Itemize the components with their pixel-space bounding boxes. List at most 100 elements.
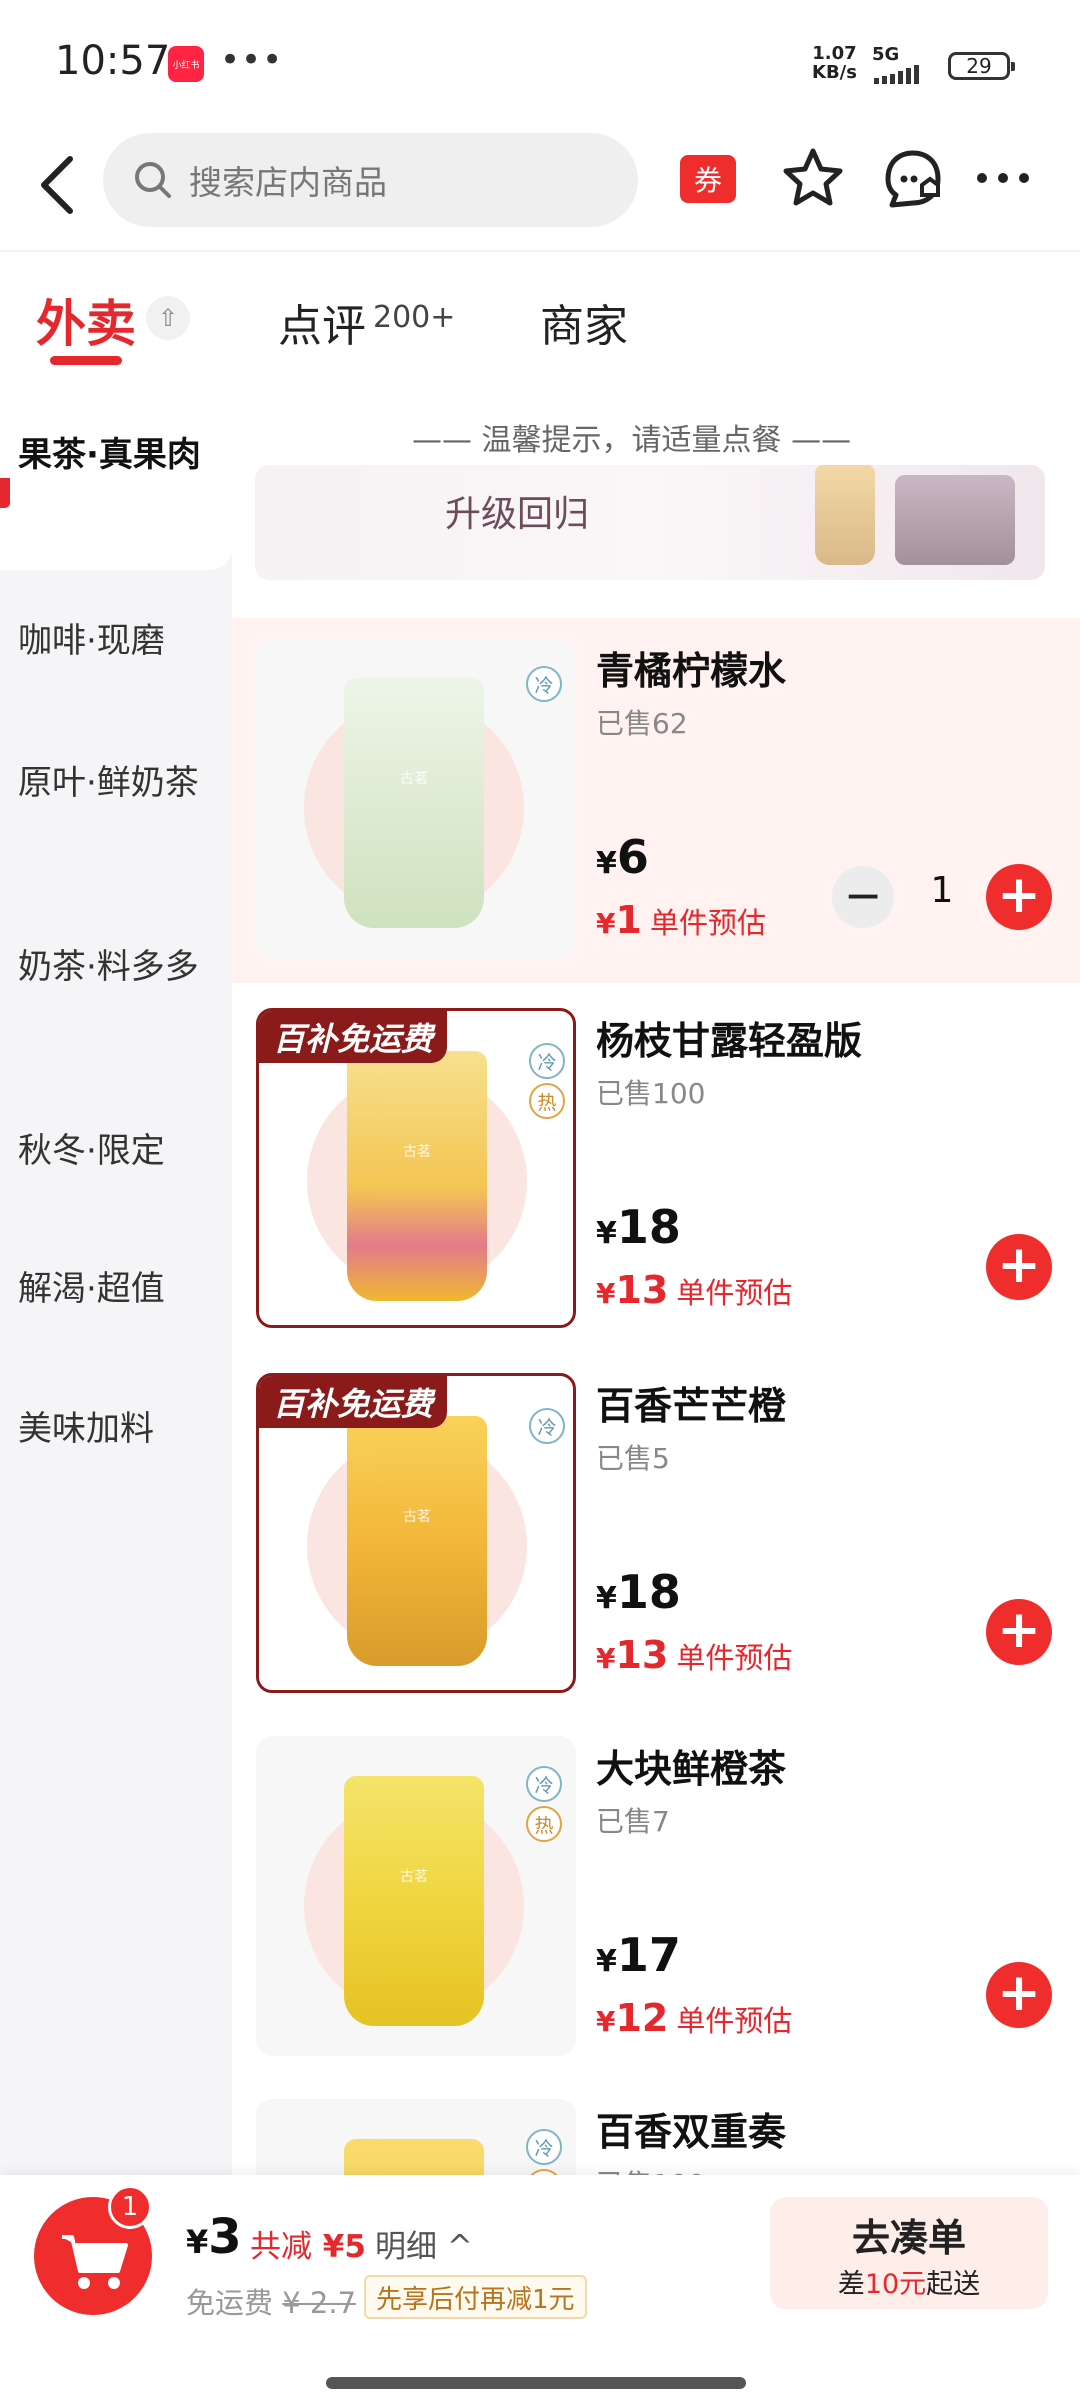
cart-bar: 1 ¥3 共减 ¥5 明细 ^ 免运费 ¥ 2.7 先享后付再减1元 去凑单 差… — [0, 2175, 1080, 2400]
banner-drink-image — [815, 465, 875, 565]
add-more-title: 去凑单 — [851, 2216, 966, 2260]
yen-symbol: ¥ — [596, 1944, 617, 1979]
product-sold: 已售100+ — [596, 2163, 729, 2175]
coupon-icon[interactable]: 券 — [680, 155, 736, 203]
banner-text: 升级回归 — [445, 494, 590, 535]
cart-saving: 共减 ¥5 — [250, 2221, 366, 2266]
product-price: ¥17 — [596, 1928, 681, 1982]
cup-brand: 古茗 — [400, 1869, 428, 1885]
cold-icon: 冷 — [529, 1408, 565, 1444]
free-shipping-label: 免运费 — [186, 2286, 274, 2320]
product-card[interactable]: 冷 热 百香双重奏 已售100+ — [232, 2079, 1080, 2175]
product-price: ¥6 — [596, 830, 649, 884]
add-button[interactable]: + — [986, 1599, 1052, 1665]
product-price: ¥18 — [596, 1200, 681, 1254]
drink-cup-image: 古茗 — [347, 1416, 487, 1666]
reminder-tip: —— 温馨提示，请适量点餐 —— — [412, 423, 852, 458]
home-indicator[interactable] — [326, 2377, 746, 2389]
tab-review[interactable]: 点评 — [278, 290, 366, 354]
yen-symbol: ¥ — [596, 2005, 616, 2038]
add-button[interactable]: + — [986, 1962, 1052, 2028]
battery-level: 29 — [966, 54, 992, 78]
product-sold: 已售62 — [596, 707, 688, 740]
banner-product-image — [895, 475, 1015, 565]
product-card[interactable]: 古茗 百补免运费 冷 热 杨枝甘露轻盈版 已售100 ¥18 ¥13 单件预估 + — [232, 988, 1080, 1353]
estimated-label: 单件预估 — [649, 906, 766, 940]
product-sold: 已售100 — [596, 1077, 706, 1110]
product-sold: 已售5 — [596, 1442, 670, 1475]
cup-brand: 古茗 — [403, 1509, 431, 1525]
tab-takeout[interactable]: 外卖 — [36, 284, 136, 356]
more-options-icon[interactable] — [968, 145, 1038, 211]
drink-cup-image: 古茗 — [344, 678, 484, 928]
saving-label: 共减 — [250, 2229, 312, 2265]
category-item-fresh-milk-tea[interactable]: 原叶·鲜奶茶 — [0, 760, 232, 806]
category-item-fruit-tea[interactable]: 果茶·真果肉 — [0, 432, 232, 478]
product-name: 百香芒芒橙 — [596, 1384, 787, 1428]
cart-total: ¥3 — [186, 2209, 242, 2265]
estimated-label: 单件预估 — [676, 1641, 793, 1675]
status-more-icon: ••• — [220, 40, 284, 80]
estimated-label: 单件预估 — [676, 1276, 793, 1310]
product-image: 冷 热 — [256, 2099, 576, 2175]
price-value: 18 — [616, 1200, 681, 1254]
product-image: 古茗 百补免运费 冷 — [256, 1373, 576, 1693]
back-arrow-icon[interactable] — [30, 147, 86, 223]
price-value: 6 — [616, 830, 649, 884]
add-button[interactable]: + — [986, 1234, 1052, 1300]
cold-icon: 冷 — [526, 1766, 562, 1802]
tab-bar: 外卖 ⇧ 点评 200+ 商家 — [0, 250, 1080, 370]
cup-brand: 古茗 — [403, 1144, 431, 1160]
shipping-info: 免运费 ¥ 2.7 — [186, 2280, 356, 2322]
price-value: 18 — [616, 1565, 681, 1619]
product-sold: 已售7 — [596, 1805, 670, 1838]
price-value: 17 — [616, 1928, 681, 1982]
customer-service-icon[interactable] — [878, 145, 948, 211]
decrease-button[interactable]: − — [832, 866, 894, 928]
category-item-thirst-quench[interactable]: 解渴·超值 — [0, 1266, 232, 1312]
collapse-up-icon[interactable]: ⇧ — [146, 296, 190, 340]
estimated-value: 12 — [615, 1996, 669, 2040]
estimated-value: 13 — [615, 1633, 669, 1677]
estimated-price: ¥13 单件预估 — [596, 1268, 792, 1312]
add-more-button[interactable]: 去凑单 差10元起送 — [770, 2197, 1048, 2309]
drink-cup-image: 古茗 — [347, 1051, 487, 1301]
subsidy-badge: 百补免运费 — [259, 1376, 448, 1428]
saving-value: ¥5 — [322, 2229, 366, 2265]
estimated-value: 1 — [615, 898, 642, 942]
category-item-milk-tea[interactable]: 奶茶·料多多 — [0, 944, 232, 990]
pay-later-badge: 先享后付再减1元 — [364, 2275, 587, 2319]
product-name: 青橘柠檬水 — [596, 649, 787, 693]
cold-icon: 冷 — [526, 666, 562, 702]
estimated-price: ¥1 单件预估 — [596, 898, 766, 942]
search-input[interactable]: 搜索店内商品 — [103, 133, 638, 227]
promo-banner[interactable]: 升级回归 — [255, 465, 1045, 580]
status-bar: 10:57 小红书 ••• 1.07 KB/s 5G 29 — [0, 0, 1080, 125]
search-placeholder: 搜索店内商品 — [189, 163, 387, 202]
add-button[interactable]: + — [986, 864, 1052, 930]
min-order-prefix: 差 — [837, 2269, 865, 2300]
yen-symbol: ¥ — [186, 2223, 209, 2261]
yen-symbol: ¥ — [596, 846, 617, 881]
xiaohongshu-app-icon: 小红书 — [168, 46, 204, 82]
category-item-autumn-winter[interactable]: 秋冬·限定 — [0, 1128, 232, 1174]
product-price: ¥18 — [596, 1565, 681, 1619]
drink-cup-image: 古茗 — [344, 1776, 484, 2026]
cold-icon: 冷 — [529, 1043, 565, 1079]
product-card[interactable]: 古茗 冷 热 大块鲜橙茶 已售7 ¥17 ¥12 单件预估 + — [232, 1716, 1080, 2081]
network-speed: 1.07 KB/s — [812, 44, 857, 82]
top-bar: 搜索店内商品 券 — [0, 125, 1080, 250]
quantity-value: 1 — [930, 870, 954, 911]
tab-merchant[interactable]: 商家 — [540, 290, 628, 354]
favorite-star-icon[interactable] — [780, 145, 846, 211]
product-card[interactable]: 古茗 百补免运费 冷 百香芒芒橙 已售5 ¥18 ¥13 单件预估 + — [232, 1353, 1080, 1718]
cold-icon: 冷 — [526, 2129, 562, 2165]
network-speed-text: 1.07 KB/s — [812, 43, 857, 83]
category-item-coffee[interactable]: 咖啡·现磨 — [0, 618, 232, 664]
cart-detail-link[interactable]: 明细 ^ — [375, 2221, 473, 2266]
original-shipping-fee: ¥ 2.7 — [282, 2286, 357, 2320]
yen-symbol: ¥ — [596, 1277, 616, 1310]
product-card[interactable]: 古茗 冷 青橘柠檬水 已售62 ¥6 ¥1 单件预估 − 1 + — [232, 618, 1080, 983]
category-item-toppings[interactable]: 美味加料 — [0, 1406, 232, 1452]
search-icon — [135, 162, 171, 198]
